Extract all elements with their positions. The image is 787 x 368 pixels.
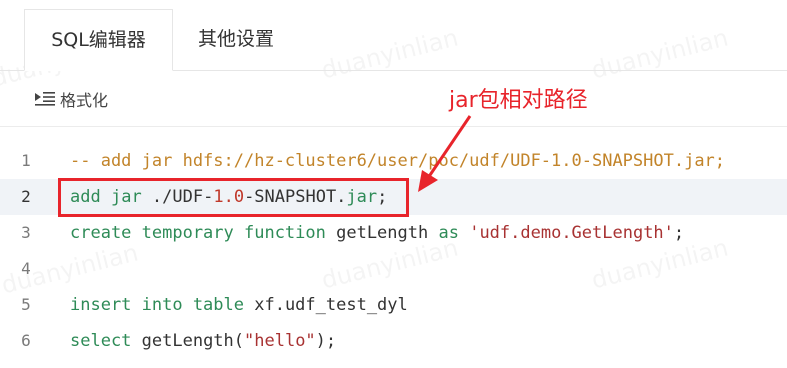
editor-toolbar: 格式化 bbox=[0, 71, 787, 127]
code-token: -- add jar hdfs://hz-cluster6/user/poc/u… bbox=[70, 151, 726, 171]
code-token: insert into table bbox=[70, 295, 244, 315]
code-token: as bbox=[438, 223, 459, 243]
code-line[interactable]: 3 create temporary function getLength as … bbox=[0, 215, 787, 251]
line-number: 4 bbox=[21, 259, 31, 278]
code-text: create temporary function getLength as '… bbox=[70, 215, 684, 251]
code-token: create temporary function bbox=[70, 223, 326, 243]
line-number: 2 bbox=[21, 187, 31, 206]
editor-tabs: SQL编辑器 其他设置 bbox=[0, 0, 787, 71]
format-indent-icon bbox=[34, 90, 56, 108]
code-token: select bbox=[70, 331, 132, 351]
annotation-arrow bbox=[418, 115, 472, 192]
annotation-label: jar包相对路径 bbox=[449, 88, 588, 113]
line-number: 3 bbox=[21, 223, 31, 242]
format-button[interactable]: 格式化 bbox=[34, 88, 108, 110]
code-token: 'udf.demo.GetLength' bbox=[469, 223, 674, 243]
code-token: getLength( bbox=[131, 331, 245, 351]
code-line[interactable]: 6 select getLength("hello"); bbox=[0, 323, 787, 359]
code-line[interactable]: 1 -- add jar hdfs://hz-cluster6/user/poc/… bbox=[0, 143, 787, 179]
code-text: select getLength("hello"); bbox=[70, 323, 336, 359]
code-token: ); bbox=[315, 331, 337, 351]
tab-sql-editor[interactable]: SQL编辑器 bbox=[24, 9, 173, 71]
line-number: 6 bbox=[21, 331, 31, 350]
line-number: 5 bbox=[21, 295, 31, 314]
code-line[interactable]: 4 bbox=[0, 251, 787, 287]
code-token: ; bbox=[673, 223, 685, 243]
sql-editor[interactable]: 1 -- add jar hdfs://hz-cluster6/user/poc/… bbox=[0, 143, 787, 368]
code-token: xf.udf_test_dyl bbox=[244, 295, 408, 315]
code-text: insert into table xf.udf_test_dyl bbox=[70, 287, 408, 323]
code-line[interactable]: 5 insert into table xf.udf_test_dyl bbox=[0, 287, 787, 323]
code-token: getLength bbox=[325, 223, 439, 243]
code-token: "hello" bbox=[244, 331, 316, 351]
tab-other-settings[interactable]: 其他设置 bbox=[176, 9, 296, 71]
highlight-box bbox=[58, 178, 409, 217]
code-text: -- add jar hdfs://hz-cluster6/user/poc/u… bbox=[70, 143, 725, 179]
format-label: 格式化 bbox=[60, 91, 109, 110]
line-number: 1 bbox=[21, 151, 31, 170]
